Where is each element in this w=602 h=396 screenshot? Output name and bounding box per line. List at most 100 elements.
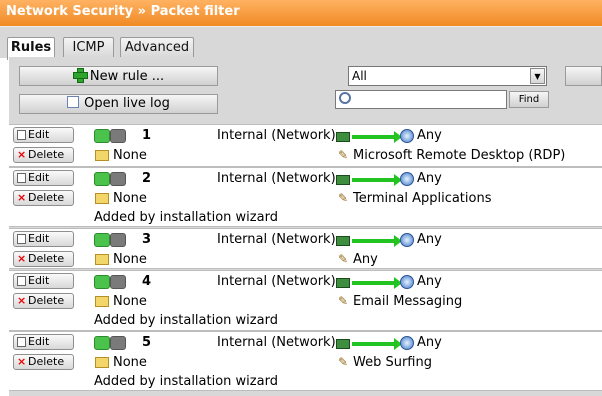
edit-button[interactable]: Edit (13, 231, 74, 247)
rule-group: None (113, 191, 147, 206)
delete-icon: × (17, 252, 27, 265)
delete-label: Delete (28, 294, 65, 307)
folder-icon (95, 357, 109, 368)
globe-icon (400, 275, 414, 289)
arrow-icon (352, 281, 398, 285)
edit-label: Edit (28, 335, 50, 348)
delete-button[interactable]: × Delete (13, 147, 74, 163)
rule-enabled-toggle[interactable] (94, 275, 128, 289)
edit-icon (17, 173, 26, 183)
rule-filter-value: All (352, 69, 367, 83)
rule-destination: Any (417, 232, 442, 247)
rule-row-1: Edit × Delete 1 None Internal (Network) A… (9, 124, 602, 167)
rule-group: None (113, 294, 147, 309)
folder-icon (95, 296, 109, 307)
toggle-off-icon (110, 172, 126, 186)
rule-service: Terminal Applications (353, 191, 492, 206)
rule-row-5: Edit × Delete 5 None Internal (Network) A… (9, 331, 602, 391)
delete-label: Delete (28, 355, 65, 368)
find-button[interactable]: Find (509, 91, 549, 108)
new-rule-button[interactable]: New rule ... (19, 66, 218, 86)
edit-icon (17, 234, 26, 244)
delete-label: Delete (28, 191, 65, 204)
service-icon: ✎ (338, 355, 349, 369)
toggle-off-icon (110, 336, 126, 350)
rule-enabled-toggle[interactable] (94, 129, 128, 143)
tab-icmp[interactable]: ICMP (63, 37, 114, 59)
delete-icon: × (17, 355, 27, 368)
edit-label: Edit (28, 171, 50, 184)
delete-button[interactable]: × Delete (13, 190, 74, 206)
edit-label: Edit (28, 128, 50, 141)
edit-button[interactable]: Edit (13, 334, 74, 350)
toggle-on-icon (94, 275, 110, 289)
rule-service: Web Surfing (353, 355, 432, 370)
globe-icon (400, 172, 414, 186)
toggle-on-icon (94, 336, 110, 350)
toggle-off-icon (110, 129, 126, 143)
monitor-icon (67, 96, 80, 108)
edit-icon (17, 337, 26, 347)
network-card-icon (336, 175, 350, 185)
delete-button[interactable]: × Delete (13, 293, 74, 309)
rule-destination: Any (417, 335, 442, 350)
toggle-off-icon (110, 233, 126, 247)
rule-enabled-toggle[interactable] (94, 233, 128, 247)
rule-row-2: Edit × Delete 2 None Internal (Network) A… (9, 167, 602, 227)
chevron-down-icon: ▼ (530, 68, 545, 84)
rule-destination: Any (417, 274, 442, 289)
toolbar-button[interactable] (565, 66, 602, 86)
delete-button[interactable]: × Delete (13, 354, 74, 370)
folder-icon (95, 150, 109, 161)
toggle-off-icon (110, 275, 126, 289)
rule-note: Added by installation wizard (94, 374, 278, 389)
rule-number: 1 (142, 128, 152, 143)
globe-icon (400, 233, 414, 247)
edit-button[interactable]: Edit (13, 170, 74, 186)
rule-enabled-toggle[interactable] (94, 336, 128, 350)
delete-icon: × (17, 294, 27, 307)
tab-advanced[interactable]: Advanced (120, 37, 194, 59)
arrow-icon (352, 239, 398, 243)
edit-button[interactable]: Edit (13, 273, 74, 289)
arrow-icon (352, 135, 398, 139)
rule-filter-select[interactable]: All ▼ (348, 66, 547, 86)
rule-number: 5 (142, 335, 152, 350)
edit-label: Edit (28, 232, 50, 245)
search-input[interactable] (335, 90, 507, 109)
rule-destination: Any (417, 171, 442, 186)
globe-icon (400, 336, 414, 350)
search-icon (339, 92, 351, 104)
delete-label: Delete (28, 252, 65, 265)
rule-row-4: Edit × Delete 4 None Internal (Network) A… (9, 270, 602, 331)
rule-source: Internal (Network) (217, 335, 336, 350)
rule-row-3: Edit × Delete 3 None Internal (Network) A… (9, 228, 602, 269)
network-card-icon (336, 339, 350, 349)
tab-bar: Rules ICMP Advanced (0, 26, 602, 60)
service-icon: ✎ (338, 148, 349, 162)
rule-source: Internal (Network) (217, 128, 336, 143)
edit-button[interactable]: Edit (13, 127, 74, 143)
network-card-icon (336, 236, 350, 246)
rule-note: Added by installation wizard (94, 313, 278, 328)
rule-group: None (113, 148, 147, 163)
edit-label: Edit (28, 274, 50, 287)
rule-enabled-toggle[interactable] (94, 172, 128, 186)
network-card-icon (336, 132, 350, 142)
toggle-on-icon (94, 233, 110, 247)
rule-number: 3 (142, 232, 152, 247)
rule-destination: Any (417, 128, 442, 143)
open-live-log-button[interactable]: Open live log (19, 94, 218, 114)
rule-service: Any (353, 252, 378, 267)
edit-icon (17, 130, 26, 140)
delete-icon: × (17, 148, 27, 161)
rule-group: None (113, 355, 147, 370)
rule-source: Internal (Network) (217, 232, 336, 247)
service-icon: ✎ (338, 252, 349, 266)
edit-icon (17, 276, 26, 286)
delete-button[interactable]: × Delete (13, 251, 74, 267)
globe-icon (400, 129, 414, 143)
rule-service: Email Messaging (353, 294, 463, 309)
page-title: Network Security » Packet filter (0, 0, 602, 26)
rule-service: Microsoft Remote Desktop (RDP) (353, 148, 566, 163)
